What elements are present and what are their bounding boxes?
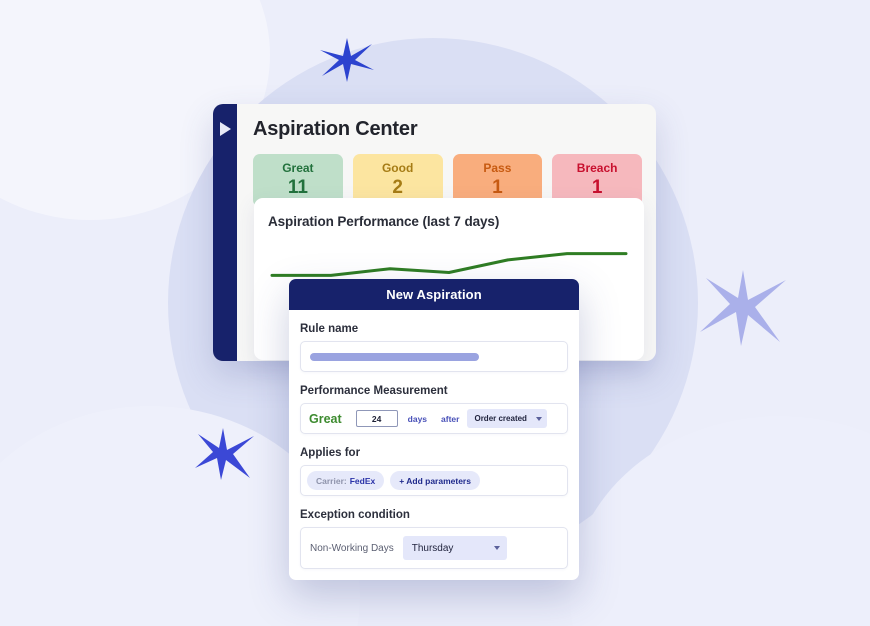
add-parameters-label: + Add parameters [399, 475, 471, 486]
exception-condition-row: Non-Working Days Thursday [300, 527, 568, 569]
new-aspiration-modal: New Aspiration Rule name Performance Mea… [289, 279, 579, 580]
stat-label: Great [282, 160, 314, 175]
chart-line-series [270, 252, 628, 277]
non-working-day-value: Thursday [411, 542, 454, 554]
rule-name-label: Rule name [300, 323, 359, 335]
chevron-down-icon [493, 546, 500, 550]
chevron-down-icon [536, 416, 543, 421]
stat-value: 1 [591, 176, 603, 198]
after-connector-label: after [441, 413, 460, 424]
sparkle-icon-top [320, 38, 374, 82]
stat-label: Pass [483, 160, 512, 175]
exception-condition-group: Exception condition Non-Working Days Thu… [300, 509, 568, 569]
event-select-value: Order created [474, 414, 527, 423]
sidebar [213, 104, 237, 361]
stat-value: 1 [492, 176, 503, 198]
modal-title: New Aspiration [386, 287, 482, 302]
rule-name-input[interactable] [300, 341, 568, 372]
days-input[interactable] [355, 410, 398, 427]
add-parameters-chip[interactable]: + Add parameters [390, 471, 480, 490]
chart-title: Aspiration Performance (last 7 days) [268, 214, 500, 229]
carrier-chip-value: FedEx [349, 475, 376, 486]
modal-body: Rule name Performance Measurement Great … [289, 310, 579, 569]
stat-label: Good [381, 160, 414, 175]
carrier-chip[interactable]: Carrier: FedEx [307, 471, 385, 490]
rule-name-placeholder-bar [310, 352, 479, 361]
exception-condition-label: Exception condition [300, 509, 410, 521]
page-title: Aspiration Center [253, 118, 418, 140]
modal-header: New Aspiration [289, 279, 579, 310]
applies-for-group: Applies for Carrier: FedEx + Add paramet… [300, 447, 568, 496]
stat-label: Breach [576, 160, 618, 175]
expand-sidebar-arrow-icon[interactable] [219, 122, 231, 136]
performance-measurement-group: Performance Measurement Great days after… [300, 385, 568, 434]
sparkle-icon-right [700, 270, 786, 346]
event-select[interactable]: Order created [467, 409, 548, 428]
stat-value: 2 [392, 176, 403, 198]
carrier-chip-key: Carrier: [316, 475, 347, 486]
non-working-days-label: Non-Working Days [310, 542, 394, 554]
non-working-day-select[interactable]: Thursday [402, 536, 507, 560]
stat-value: 11 [287, 176, 308, 198]
rule-name-group: Rule name [300, 323, 568, 372]
performance-level-value[interactable]: Great [309, 412, 342, 426]
performance-measurement-row: Great days after Order created [300, 403, 568, 434]
performance-measurement-label: Performance Measurement [300, 385, 448, 397]
sparkle-icon-left [195, 428, 254, 480]
applies-for-label: Applies for [300, 447, 361, 459]
applies-for-row: Carrier: FedEx + Add parameters [300, 465, 568, 496]
days-unit-label: days [407, 413, 428, 424]
